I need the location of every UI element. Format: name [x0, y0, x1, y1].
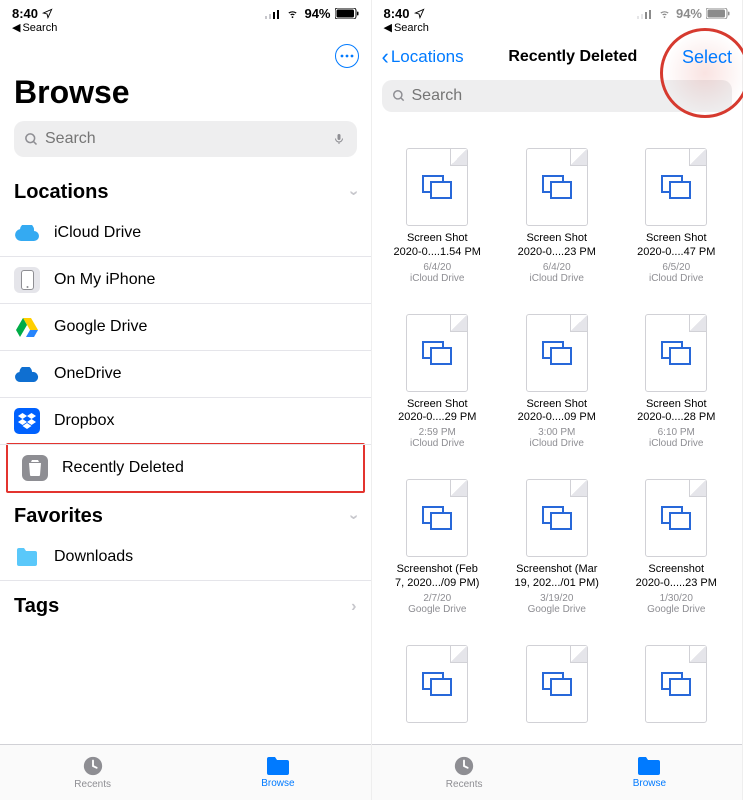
- chevron-left-icon: ‹: [382, 44, 389, 70]
- file-thumb-icon: [406, 645, 468, 723]
- google-drive-icon: [14, 314, 40, 340]
- file-item[interactable]: Screen Shot2020-0....1.54 PM6/4/20iCloud…: [382, 148, 494, 284]
- search-icon: [24, 132, 39, 147]
- location-label: Dropbox: [54, 412, 114, 430]
- status-bar: 8:40 94%: [0, 0, 371, 21]
- location-icloud-drive[interactable]: iCloud Drive: [0, 210, 371, 257]
- file-thumb-icon: [406, 148, 468, 226]
- browse-screen: 8:40 94% ◀ Search Browse: [0, 0, 372, 800]
- wifi-icon: [285, 8, 300, 19]
- search-icon: [392, 89, 406, 103]
- location-dropbox[interactable]: Dropbox: [0, 398, 371, 445]
- file-thumb-icon: [645, 479, 707, 557]
- status-time: 8:40: [12, 6, 38, 21]
- favorites-list: Downloads: [0, 534, 371, 581]
- location-on-my-iphone[interactable]: On My iPhone: [0, 257, 371, 304]
- location-arrow-icon: [414, 8, 425, 19]
- back-caret-icon: ◀: [12, 21, 20, 34]
- location-google-drive[interactable]: Google Drive: [0, 304, 371, 351]
- file-item[interactable]: Screen Shot2020-0....29 PM2:59 PMiCloud …: [382, 314, 494, 450]
- file-item[interactable]: [382, 645, 494, 745]
- favorite-downloads[interactable]: Downloads: [0, 534, 371, 581]
- back-to-search[interactable]: ◀ Search: [0, 21, 371, 38]
- battery-icon: [335, 8, 359, 19]
- nav-title: Recently Deleted: [508, 48, 637, 66]
- tab-browse[interactable]: Browse: [557, 745, 742, 800]
- location-onedrive[interactable]: OneDrive: [0, 351, 371, 398]
- icloud-icon: [14, 220, 40, 246]
- file-item[interactable]: Screen Shot2020-0....47 PM6/5/20iCloud D…: [621, 148, 733, 284]
- page-title: Browse: [0, 38, 371, 121]
- onedrive-icon: [14, 361, 40, 387]
- select-button[interactable]: Select: [682, 47, 732, 68]
- nav-back-button[interactable]: ‹ Locations: [382, 44, 464, 70]
- clock-icon: [82, 755, 104, 777]
- location-label: On My iPhone: [54, 271, 155, 289]
- battery-icon: [706, 8, 730, 19]
- location-label: OneDrive: [54, 365, 122, 383]
- annotation-highlight: Recently Deleted: [6, 443, 365, 493]
- file-thumb-icon: [526, 314, 588, 392]
- status-time: 8:40: [384, 6, 410, 21]
- chevron-down-icon: ›: [345, 190, 363, 195]
- trash-icon: [22, 455, 48, 481]
- cellular-icon: [265, 9, 281, 19]
- file-item[interactable]: Screenshot (Feb7, 2020.../09 PM)2/7/20Go…: [382, 479, 494, 615]
- file-thumb-icon: [645, 148, 707, 226]
- files-grid: Screen Shot2020-0....1.54 PM6/4/20iCloud…: [372, 118, 743, 744]
- folder-icon: [636, 756, 662, 776]
- file-item[interactable]: Screenshot (Mar19, 202.../01 PM)3/19/20G…: [501, 479, 613, 615]
- annotation-circle: [660, 28, 743, 118]
- folder-icon: [14, 544, 40, 570]
- tab-bar: Recents Browse: [372, 744, 743, 800]
- tab-recents[interactable]: Recents: [372, 745, 557, 800]
- tab-recents[interactable]: Recents: [0, 745, 185, 800]
- recently-deleted-screen: 8:40 94% ◀ Search ‹ Locations Recent: [372, 0, 743, 800]
- search-input[interactable]: [45, 130, 327, 148]
- location-label: Google Drive: [54, 318, 147, 336]
- chevron-down-icon: ›: [345, 514, 363, 519]
- battery-percent: 94%: [304, 6, 330, 21]
- location-label: Recently Deleted: [62, 459, 184, 477]
- more-options-button[interactable]: [335, 44, 359, 68]
- battery-percent: 94%: [676, 6, 702, 21]
- cellular-icon: [637, 9, 653, 19]
- location-recently-deleted[interactable]: Recently Deleted: [8, 445, 363, 491]
- file-thumb-icon: [645, 314, 707, 392]
- favorite-label: Downloads: [54, 548, 133, 566]
- file-item[interactable]: [621, 645, 733, 745]
- tab-browse[interactable]: Browse: [185, 745, 370, 800]
- tags-header[interactable]: Tags ›: [0, 581, 371, 624]
- mic-icon[interactable]: [333, 131, 347, 147]
- file-item[interactable]: [501, 645, 613, 745]
- file-item[interactable]: Screenshot2020-0.....23 PM1/30/20Google …: [621, 479, 733, 615]
- file-thumb-icon: [406, 479, 468, 557]
- clock-icon: [453, 755, 475, 777]
- location-label: iCloud Drive: [54, 224, 141, 242]
- file-thumb-icon: [406, 314, 468, 392]
- wifi-icon: [657, 8, 672, 19]
- favorites-header[interactable]: Favorites ›: [0, 491, 371, 534]
- tab-bar: Recents Browse: [0, 744, 371, 800]
- back-caret-icon: ◀: [384, 21, 392, 34]
- iphone-icon: [14, 267, 40, 293]
- file-thumb-icon: [526, 148, 588, 226]
- file-item[interactable]: Screen Shot2020-0....28 PM6:10 PMiCloud …: [621, 314, 733, 450]
- dropbox-icon: [14, 408, 40, 434]
- file-item[interactable]: Screen Shot2020-0....09 PM3:00 PMiCloud …: [501, 314, 613, 450]
- file-item[interactable]: Screen Shot2020-0....23 PM6/4/20iCloud D…: [501, 148, 613, 284]
- locations-list: iCloud Drive On My iPhone Google Drive O…: [0, 210, 371, 491]
- status-bar: 8:40 94%: [372, 0, 743, 21]
- search-bar[interactable]: [14, 121, 357, 157]
- chevron-right-icon: ›: [351, 598, 356, 616]
- locations-header[interactable]: Locations ›: [0, 167, 371, 210]
- file-thumb-icon: [526, 479, 588, 557]
- file-thumb-icon: [526, 645, 588, 723]
- folder-icon: [265, 756, 291, 776]
- file-thumb-icon: [645, 645, 707, 723]
- location-arrow-icon: [42, 8, 53, 19]
